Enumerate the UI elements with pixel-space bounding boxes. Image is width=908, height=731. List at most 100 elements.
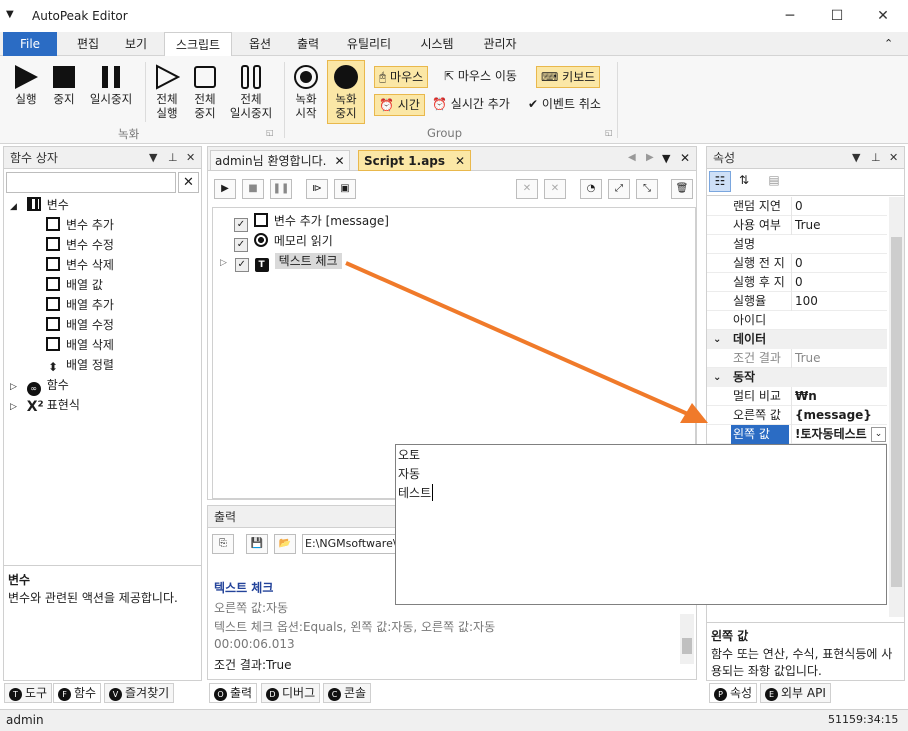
checkbox-checked[interactable]: ✓ bbox=[234, 218, 248, 232]
step-next-button[interactable]: ▣ bbox=[334, 179, 356, 199]
step-run-button[interactable]: ⧐ bbox=[306, 179, 328, 199]
enable-button[interactable]: ✕ bbox=[544, 179, 566, 199]
prop-row[interactable]: 실행 전 지0 bbox=[707, 254, 887, 273]
tab-favorites[interactable]: V 즐겨찾기 bbox=[104, 683, 175, 703]
collapse-icon[interactable]: ▷ bbox=[10, 402, 17, 412]
tab-console[interactable]: C 콘솔 bbox=[323, 683, 372, 703]
dialog-launcher-icon[interactable]: ◱ bbox=[605, 128, 613, 137]
dialog-launcher-icon[interactable]: ◱ bbox=[266, 128, 274, 137]
sort-alpha-icon[interactable]: ⇅ bbox=[733, 171, 755, 192]
output-scrollbar[interactable] bbox=[680, 614, 694, 664]
script-item-var-add[interactable]: ✓ 변수 추가 [message] bbox=[234, 211, 389, 232]
tab-admin[interactable]: 관리자 bbox=[472, 32, 528, 56]
minimize-icon[interactable]: ─ bbox=[780, 6, 800, 26]
tab-file[interactable]: File bbox=[3, 32, 57, 56]
time-toggle[interactable]: ⏰ 시간 bbox=[374, 94, 425, 116]
expand-icon[interactable]: ◢ bbox=[10, 202, 17, 212]
prop-row[interactable]: 아이디 bbox=[707, 311, 887, 330]
tab-tools[interactable]: T 도구 bbox=[4, 683, 53, 703]
tree-item-arr-sort[interactable]: ⬍ 배열 정렬 bbox=[46, 355, 114, 375]
keyboard-toggle[interactable]: ⌨ 키보드 bbox=[536, 66, 601, 88]
tab-edit[interactable]: 편집 bbox=[66, 32, 110, 56]
prop-row[interactable]: 랜덤 지연 0 bbox=[707, 197, 887, 216]
collapse-icon[interactable]: ▷ bbox=[10, 382, 17, 392]
tab-view[interactable]: 보기 bbox=[114, 32, 158, 56]
checkbox-checked[interactable]: ✓ bbox=[234, 238, 248, 252]
prop-row[interactable]: 실행율 100 bbox=[707, 292, 887, 311]
expand-all-button[interactable]: ⤢ bbox=[608, 179, 630, 199]
tree-item-var-delete[interactable]: 변수 삭제 bbox=[46, 255, 114, 275]
pause-button[interactable]: 일시중지 bbox=[86, 64, 136, 106]
system-menu-icon[interactable]: ▼ bbox=[6, 9, 14, 20]
prop-row[interactable]: 실행 후 지0 bbox=[707, 273, 887, 292]
close-icon[interactable]: ✕ bbox=[455, 154, 465, 168]
close-icon[interactable]: ✕ bbox=[889, 147, 898, 169]
categorized-icon[interactable]: ☷ bbox=[709, 171, 731, 192]
script-run-button[interactable]: ▶ bbox=[214, 179, 236, 199]
tab-system[interactable]: 시스템 bbox=[408, 32, 466, 56]
doc-tab-script[interactable]: Script 1.aps ✕ bbox=[358, 150, 472, 171]
pin-icon[interactable]: ⊥ bbox=[871, 147, 881, 169]
tab-properties[interactable]: P 속성 bbox=[709, 683, 758, 703]
tree-item-arr-value[interactable]: 배열 값 bbox=[46, 275, 103, 295]
script-item-memory-read[interactable]: ✓ 메모리 읽기 bbox=[234, 231, 333, 252]
script-stop-button[interactable]: ■ bbox=[242, 179, 264, 199]
doc-list-icon[interactable]: ▼ bbox=[662, 152, 670, 165]
tab-external-api[interactable]: E 외부 API bbox=[760, 683, 831, 703]
collapse-icon[interactable]: ▷ bbox=[220, 258, 227, 268]
scroll-right-icon[interactable]: ▶ bbox=[646, 152, 654, 163]
refresh-button[interactable]: ◔ bbox=[580, 179, 602, 199]
script-pause-button[interactable]: ❚❚ bbox=[270, 179, 292, 199]
stop-all-button[interactable]: 전체 중지 bbox=[188, 64, 222, 120]
mouse-move-button[interactable]: ⇱ 마우스 이동 bbox=[440, 66, 521, 88]
properties-scrollbar[interactable] bbox=[889, 197, 904, 617]
prop-row[interactable]: 설명 bbox=[707, 235, 887, 254]
checkbox-checked[interactable]: ✓ bbox=[234, 258, 249, 272]
pause-all-button[interactable]: 전체 일시중지 bbox=[224, 64, 278, 120]
run-button[interactable]: 실행 bbox=[10, 64, 42, 106]
run-all-button[interactable]: 전체 실행 bbox=[150, 64, 184, 120]
tab-output[interactable]: O 출력 bbox=[209, 683, 258, 703]
tree-item-arr-add[interactable]: 배열 추가 bbox=[46, 295, 114, 315]
tab-debug[interactable]: D 디버그 bbox=[261, 683, 321, 703]
record-stop-button[interactable]: 녹화 중지 bbox=[327, 60, 365, 124]
script-item-text-check[interactable]: ▷ ✓ T 텍스트 체크 bbox=[220, 251, 342, 272]
pin-icon[interactable]: ⊥ bbox=[168, 147, 178, 169]
output-path-field[interactable]: E:\NGMsoftware\ bbox=[302, 534, 396, 554]
dropdown-icon[interactable]: ▼ bbox=[149, 147, 157, 169]
delete-button[interactable]: 🗑 bbox=[671, 179, 693, 199]
tab-functions[interactable]: F 함수 bbox=[53, 683, 102, 703]
open-folder-button[interactable]: 📂 bbox=[274, 534, 296, 554]
tab-options[interactable]: 옵션 bbox=[238, 32, 282, 56]
disable-button[interactable]: ✕ bbox=[516, 179, 538, 199]
tree-item-arr-edit[interactable]: 배열 수정 bbox=[46, 315, 114, 335]
prop-row[interactable]: 멀티 비교 ₩n bbox=[707, 387, 887, 406]
prop-row[interactable]: 조건 결과 True bbox=[707, 349, 887, 368]
close-icon[interactable]: ✕ bbox=[873, 6, 893, 26]
prop-category-action[interactable]: ⌄ 동작 bbox=[707, 368, 887, 387]
output-export-button[interactable]: ⎘ bbox=[212, 534, 234, 554]
prop-row-selected[interactable]: 왼쪽 값 !토자동테스트 ⌄ bbox=[707, 425, 887, 444]
scroll-left-icon[interactable]: ◀ bbox=[628, 152, 636, 163]
prop-category-data[interactable]: ⌄ 데이터 bbox=[707, 330, 887, 349]
collapse-ribbon-icon[interactable]: ⌃ bbox=[884, 37, 893, 50]
doc-tab-welcome[interactable]: admin님 환영합니다. ✕ bbox=[210, 150, 350, 171]
tree-item-var-add[interactable]: 변수 추가 bbox=[46, 215, 114, 235]
tab-script[interactable]: 스크립트 bbox=[164, 32, 232, 57]
collapse-all-button[interactable]: ⤡ bbox=[636, 179, 658, 199]
tab-utility[interactable]: 유틸리티 bbox=[336, 32, 402, 56]
prop-row[interactable]: 오른쪽 값 {message} bbox=[707, 406, 887, 425]
mouse-toggle[interactable]: 🖰 마우스 bbox=[374, 66, 429, 88]
clear-search-button[interactable]: ✕ bbox=[178, 172, 199, 193]
close-icon[interactable]: ✕ bbox=[334, 154, 344, 168]
tree-item-var-edit[interactable]: 변수 수정 bbox=[46, 235, 114, 255]
tree-node-functions[interactable]: ▷ ∞ 함수 bbox=[10, 375, 69, 396]
prop-row[interactable]: 사용 여부 True bbox=[707, 216, 887, 235]
function-search-input[interactable] bbox=[6, 172, 176, 193]
dropdown-icon[interactable]: ▼ bbox=[852, 147, 860, 169]
realtime-add-button[interactable]: ⏰ 실시간 추가 bbox=[428, 94, 514, 116]
stop-button[interactable]: 중지 bbox=[48, 64, 80, 106]
property-pages-icon[interactable]: ▤ bbox=[763, 171, 785, 192]
maximize-icon[interactable]: ☐ bbox=[827, 6, 847, 26]
tree-item-arr-delete[interactable]: 배열 삭제 bbox=[46, 335, 114, 355]
